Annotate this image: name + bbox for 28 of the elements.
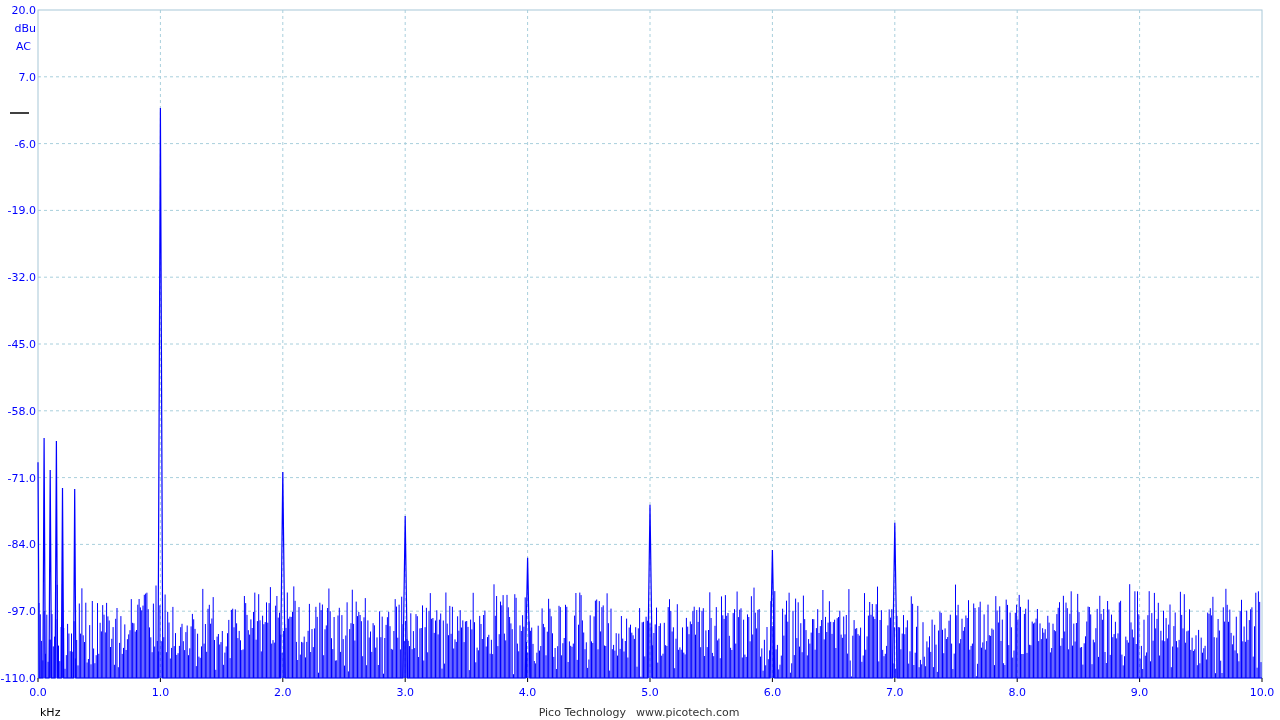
x-tick-label: 6.0 — [763, 686, 782, 699]
y-tick-label: -97.0 — [7, 605, 36, 619]
x-tick-label: 9.0 — [1130, 686, 1149, 699]
x-tick-label: 1.0 — [151, 686, 170, 699]
y-tick-label: -45.0 — [7, 338, 36, 351]
y-tick-label: 20.0 — [11, 4, 36, 17]
x-tick-label: 2.0 — [274, 686, 292, 699]
x-tick-label: 0.0 — [29, 686, 47, 699]
reference-marker-icon — [9, 112, 30, 114]
x-tick-label: 10.0 — [1249, 686, 1275, 699]
y-tick-label: -19.0 — [7, 204, 36, 218]
y-tick-label: -6.0 — [14, 137, 36, 151]
y-tick-label: -110.0 — [0, 672, 36, 685]
y-tick-label: -32.0 — [7, 271, 36, 285]
x-tick-label: 7.0 — [886, 686, 904, 699]
y-tick-label: -71.0 — [7, 471, 36, 485]
x-tick-label: 5.0 — [641, 686, 659, 699]
x-tick-label: 3.0 — [396, 686, 414, 699]
company-name: Pico Technology — [538, 706, 626, 719]
website-text: www.picotech.com — [636, 706, 740, 719]
x-tick-label: 8.0 — [1008, 686, 1026, 699]
y-tick-label: -58.0 — [7, 404, 36, 418]
coupling-label: AC — [16, 40, 31, 53]
y-tick-label: 7.0 — [18, 70, 36, 84]
x-tick-label: 4.0 — [518, 686, 537, 699]
y-tick-label: -84.0 — [7, 538, 36, 552]
y-axis-unit: dBu — [14, 22, 36, 35]
x-axis-unit: kHz — [40, 706, 61, 719]
